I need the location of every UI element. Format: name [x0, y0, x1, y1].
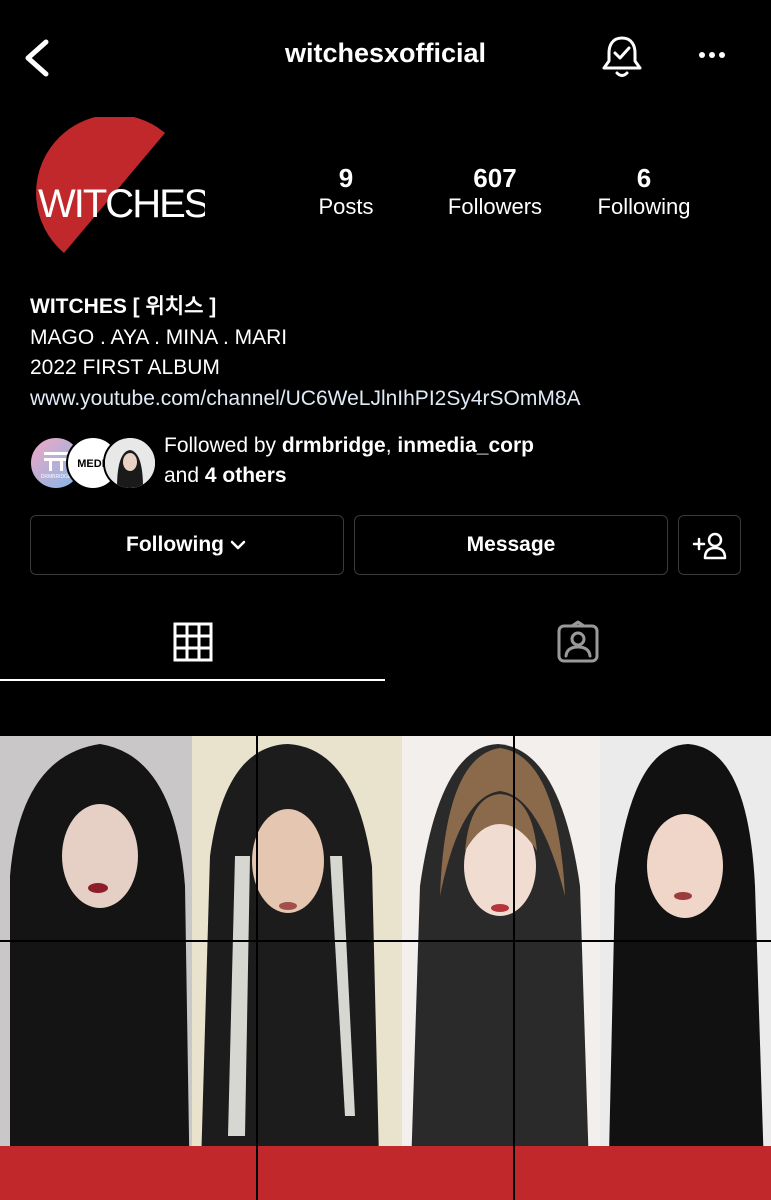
followed-by-and: and [164, 464, 205, 487]
profile-bio: WITCHES [ 위치스 ] MAGO . AYA . MINA . MARI… [30, 292, 581, 414]
grid-divider [256, 1146, 258, 1200]
followed-by-sep: , [385, 434, 398, 457]
posts-count: 9 [338, 163, 354, 193]
followers-count: 607 [473, 163, 517, 193]
bio-members: MAGO . AYA . MINA . MARI [30, 325, 288, 349]
more-options-icon[interactable] [690, 40, 734, 70]
followed-by-others: 4 others [204, 464, 287, 487]
message-button[interactable]: Message [354, 515, 668, 575]
posts-label: Posts [318, 194, 374, 219]
avatar-logo-text: WITCHES [38, 182, 205, 226]
following-label: Following [597, 194, 691, 219]
posts-stat[interactable]: 9 Posts [271, 163, 421, 221]
grid-divider [256, 736, 258, 1200]
bio-link[interactable]: www.youtube.com/channel/UC6WeLJlnIhPI2Sy… [30, 384, 581, 415]
followed-by-text[interactable]: Followed by drmbridge, inmedia_corp and … [164, 431, 534, 491]
grid-divider [0, 940, 771, 942]
chevron-down-icon [230, 540, 246, 550]
message-button-label: Message [466, 533, 556, 556]
following-button-label: Following [126, 533, 224, 556]
bell-check-icon[interactable] [600, 33, 644, 79]
followers-label: Followers [447, 194, 543, 219]
profile-display-name: WITCHES [ 위치스 ] [30, 295, 217, 318]
tagged-tab-icon[interactable] [556, 620, 600, 664]
profile-avatar[interactable]: WITCHES [30, 114, 211, 267]
group-photo[interactable] [0, 736, 771, 1200]
followers-stat[interactable]: 607 Followers [420, 163, 570, 221]
profile-username: witchesxofficial [284, 38, 487, 68]
followed-by-user1: drmbridge [281, 434, 386, 457]
followed-by-user2: inmedia_corp [397, 434, 534, 457]
witches-logo-icon: WITCHES [36, 114, 211, 253]
drmbridge-avatar-text: DRMBRIDGE [41, 474, 72, 480]
follower-avatar-other[interactable] [103, 436, 157, 490]
grid-divider [513, 736, 515, 1200]
active-tab-indicator [0, 679, 385, 681]
following-stat[interactable]: 6 Following [569, 163, 719, 221]
brand-red-strip [0, 1146, 771, 1200]
grid-tab-icon[interactable] [171, 620, 215, 664]
following-count: 6 [636, 163, 652, 193]
followed-by-prefix: Followed by [164, 434, 282, 457]
following-button[interactable]: Following [30, 515, 344, 575]
suggest-users-button[interactable] [678, 515, 741, 575]
bio-album: 2022 FIRST ALBUM [30, 356, 220, 379]
posts-grid [0, 736, 771, 1200]
add-person-icon [692, 532, 726, 560]
grid-divider [513, 1146, 515, 1200]
